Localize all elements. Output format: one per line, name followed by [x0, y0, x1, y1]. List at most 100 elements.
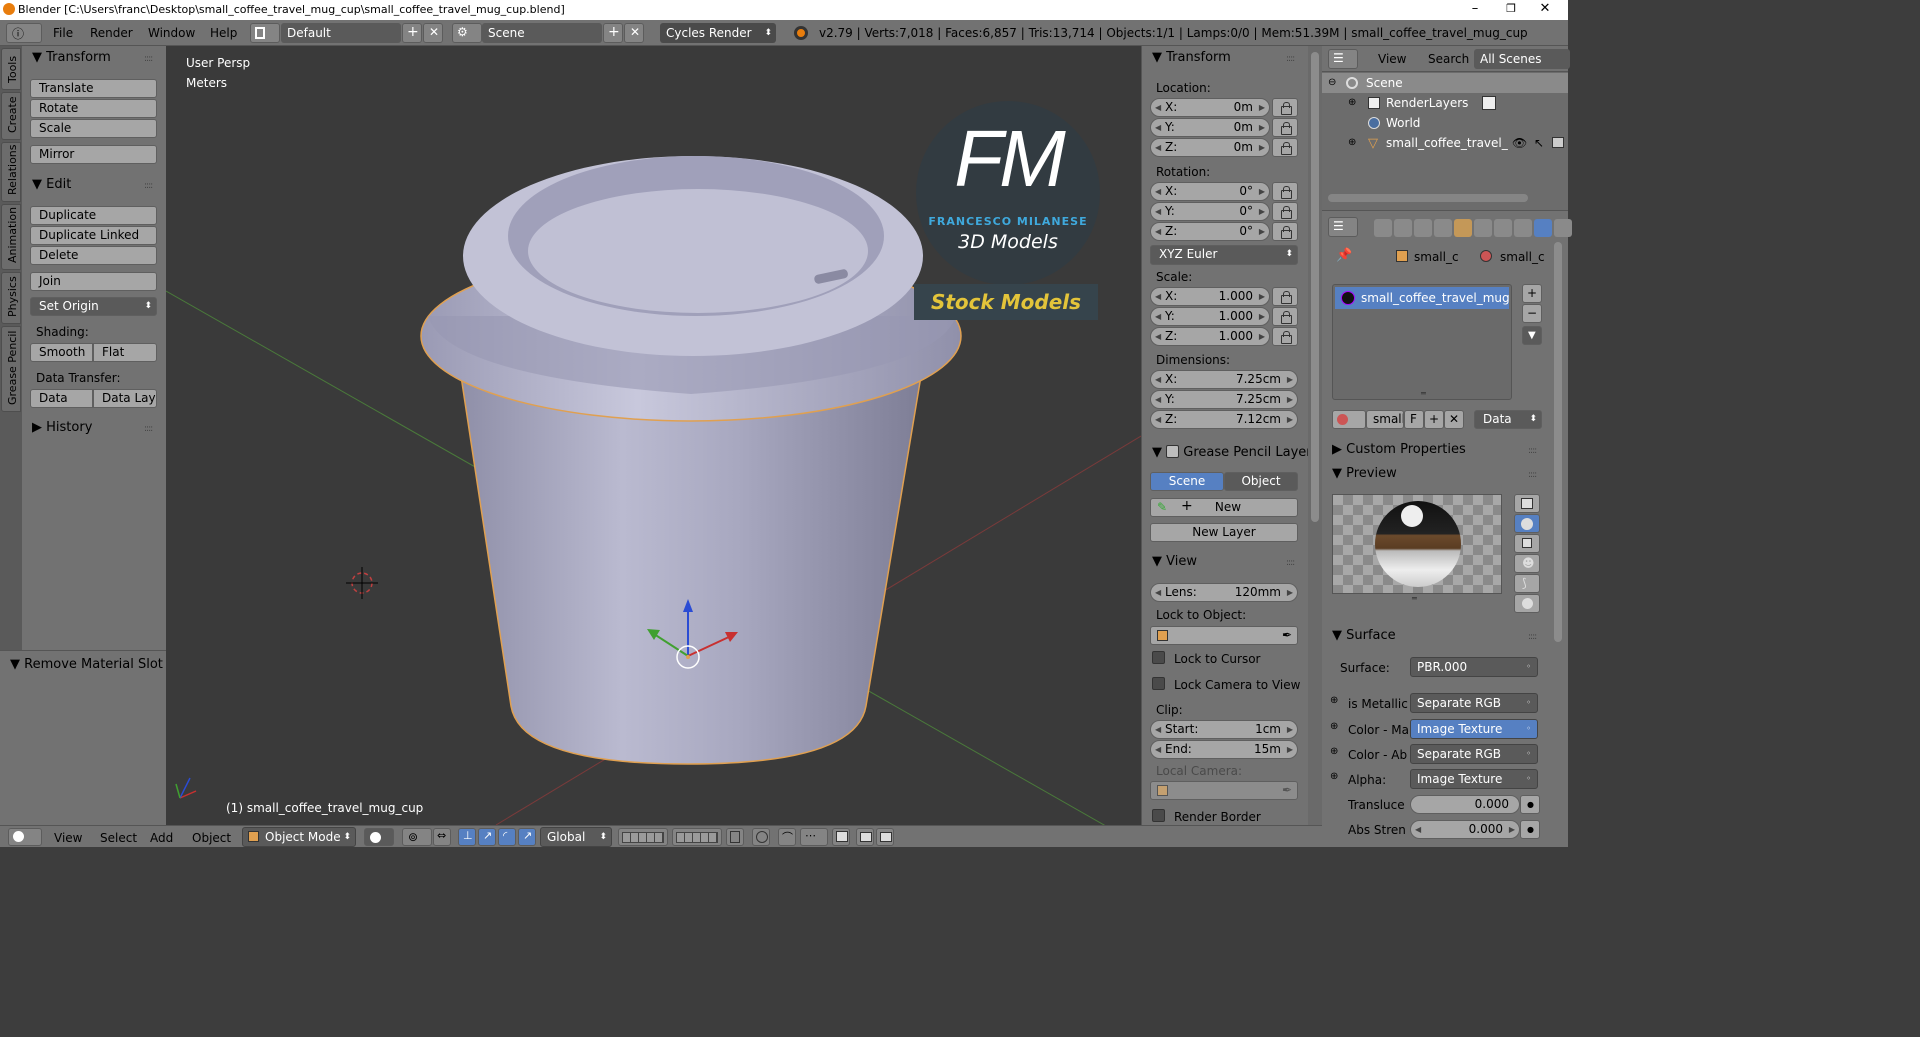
preview-sky-button[interactable]	[1514, 594, 1540, 613]
gp-new-button[interactable]: ✎ + New	[1150, 498, 1298, 517]
translucent-link-button[interactable]: ●	[1520, 795, 1540, 814]
transform-combined-button[interactable]: ↗	[518, 828, 536, 846]
viewport-menu-object[interactable]: Object	[192, 831, 231, 845]
expand-input-icon[interactable]: ⊕	[1330, 746, 1338, 757]
duplicate-linked-button[interactable]: Duplicate Linked	[30, 226, 157, 245]
material-browse-button[interactable]	[1332, 410, 1366, 429]
scene-layers-group-1[interactable]	[618, 828, 668, 846]
tab-animation[interactable]: Animation	[1, 204, 21, 270]
new-material-button[interactable]: +	[1424, 410, 1444, 429]
close-button[interactable]: ✕	[1522, 0, 1568, 20]
outliner-row-world[interactable]: World	[1322, 113, 1568, 133]
outliner-row-renderlayers[interactable]: ⊕ RenderLayers	[1322, 93, 1568, 113]
outliner-hscrollbar[interactable]	[1328, 194, 1528, 202]
expand-input-icon[interactable]: ⊕	[1330, 695, 1338, 706]
manipulator-toggle-button[interactable]: ⇔	[433, 828, 451, 846]
lock-to-cursor-checkbox[interactable]	[1152, 651, 1165, 664]
n-view-header[interactable]: ▼ View	[1152, 554, 1197, 569]
panel-grip-icon[interactable]: ::::	[144, 424, 153, 434]
material-slot-list[interactable]: small_coffee_travel_mug... ═	[1332, 284, 1512, 400]
rotation-y-field[interactable]: ◀ Y: 0° ▶	[1150, 202, 1270, 221]
layout-add-button[interactable]: +	[402, 23, 422, 43]
rotation-mode-select[interactable]: XYZ Euler ⬍	[1150, 245, 1298, 265]
render-border-checkbox[interactable]	[1152, 809, 1165, 822]
scrollbar-thumb[interactable]	[1311, 52, 1319, 522]
grease-pencil-layer-header[interactable]: ▼ Grease Pencil Layer	[1152, 443, 1308, 460]
opengl-render-image-button[interactable]	[856, 828, 874, 846]
lock-camera-to-view-checkbox[interactable]	[1152, 677, 1165, 690]
outliner-menu-view[interactable]: View	[1378, 52, 1406, 66]
visibility-eye-icon[interactable]: 👁	[1512, 133, 1527, 153]
location-z-field[interactable]: ◀ Z: 0m ▶	[1150, 138, 1270, 157]
outliner-row-scene[interactable]: ⊖ Scene	[1322, 73, 1568, 93]
outliner-editor-type-button[interactable]: ☰	[1328, 49, 1358, 69]
scene-layers-group-2[interactable]	[672, 828, 722, 846]
select-arrow-icon[interactable]: ↖	[1534, 133, 1544, 153]
panel-grip-icon[interactable]: ::::	[144, 181, 153, 191]
material-tab-icon[interactable]	[1534, 219, 1552, 237]
preview-monkey-button[interactable]: ☻	[1514, 554, 1540, 573]
dimension-z-field[interactable]: ◀ Z: 7.12cm ▶	[1150, 410, 1298, 429]
gp-new-layer-button[interactable]: New Layer	[1150, 523, 1298, 542]
lock-rotation-z-icon[interactable]	[1272, 222, 1298, 241]
layout-remove-button[interactable]: ✕	[423, 23, 443, 43]
scale-manipulator-button[interactable]: ◜	[498, 828, 516, 846]
properties-editor-type-button[interactable]: ☰	[1328, 217, 1358, 237]
viewport-menu-select[interactable]: Select	[100, 831, 137, 845]
translucent-slider[interactable]: 0.000	[1410, 795, 1520, 814]
layout-name-field[interactable]: Default	[281, 23, 401, 43]
translate-manipulator-button[interactable]: ⊥	[458, 828, 476, 846]
opengl-render-animation-button[interactable]	[876, 828, 894, 846]
remove-material-slot-button[interactable]: −	[1522, 304, 1542, 323]
snap-element-button[interactable]: ⋯	[800, 828, 828, 846]
lock-location-y-icon[interactable]	[1272, 118, 1298, 137]
expand-input-icon[interactable]: ⊕	[1330, 721, 1338, 732]
edit-panel-header[interactable]: ▼ Edit	[32, 177, 71, 192]
lock-scale-z-icon[interactable]	[1272, 327, 1298, 346]
transform-panel-header[interactable]: ▼ Transform	[32, 50, 111, 65]
material-link-select[interactable]: Data ⬍	[1474, 410, 1542, 429]
local-camera-field[interactable]: ✒	[1150, 781, 1298, 800]
texture-tab-icon[interactable]	[1554, 219, 1572, 237]
input-metallic-link[interactable]: Separate RGB ◦	[1410, 693, 1538, 713]
location-y-field[interactable]: ◀ Y: 0m ▶	[1150, 118, 1270, 137]
dimension-y-field[interactable]: ◀ Y: 7.25cm ▶	[1150, 390, 1298, 409]
scene-name-field[interactable]: Scene	[482, 23, 602, 43]
panel-grip-icon[interactable]: ::::	[1286, 54, 1295, 64]
preview-resize-grip[interactable]: ═	[1412, 594, 1417, 603]
lock-rotation-x-icon[interactable]	[1272, 182, 1298, 201]
duplicate-button[interactable]: Duplicate	[30, 206, 157, 225]
lock-object-field[interactable]: ✒	[1150, 626, 1298, 645]
panel-grip-icon[interactable]: ::::	[1528, 446, 1537, 456]
panel-grip-icon[interactable]: ::::	[1528, 632, 1537, 642]
abs-strength-link-button[interactable]: ●	[1520, 820, 1540, 839]
n-transform-header[interactable]: ▼ Transform	[1152, 50, 1231, 65]
viewport-editor-type-button[interactable]	[8, 828, 42, 846]
tab-tools[interactable]: Tools	[1, 48, 21, 90]
world-tab-icon[interactable]	[1434, 219, 1452, 237]
data-tab-icon[interactable]	[1514, 219, 1532, 237]
menu-window[interactable]: Window	[148, 26, 195, 40]
rotation-z-field[interactable]: ◀ Z: 0° ▶	[1150, 222, 1270, 241]
render-camera-icon[interactable]	[1552, 137, 1564, 148]
scale-y-field[interactable]: ◀ Y: 1.000 ▶	[1150, 307, 1270, 326]
rotate-manipulator-button[interactable]: ↗	[478, 828, 496, 846]
surface-panel-header[interactable]: ▼ Surface	[1332, 628, 1396, 643]
lock-scale-y-icon[interactable]	[1272, 307, 1298, 326]
last-operator-header[interactable]: ▼ Remove Material Slot	[10, 657, 163, 672]
transform-orientation-select[interactable]: Global ⬍	[540, 827, 612, 847]
preview-sphere-button[interactable]	[1514, 514, 1540, 533]
shade-smooth-button[interactable]: Smooth	[30, 343, 93, 362]
pivot-point-button[interactable]: ⊚	[402, 828, 432, 846]
viewport-menu-add[interactable]: Add	[150, 831, 173, 845]
data-transfer-button[interactable]: Data	[30, 389, 93, 408]
abs-strength-slider[interactable]: ◀ 0.000 ▶	[1410, 820, 1520, 839]
panel-grip-icon[interactable]: ::::	[144, 54, 153, 64]
gp-scene-toggle[interactable]: Scene	[1150, 472, 1224, 491]
preview-header[interactable]: ▼ Preview	[1332, 466, 1397, 481]
scale-z-field[interactable]: ◀ Z: 1.000 ▶	[1150, 327, 1270, 346]
outliner-menu-search[interactable]: Search	[1428, 52, 1469, 66]
clip-end-field[interactable]: ◀ End: 15m ▶	[1150, 740, 1298, 759]
outliner-row-mug-object[interactable]: ⊕ ▽ small_coffee_travel_mug_cup 👁 ↖	[1322, 133, 1568, 153]
surface-shader-select[interactable]: PBR.000 ◦	[1410, 657, 1538, 677]
